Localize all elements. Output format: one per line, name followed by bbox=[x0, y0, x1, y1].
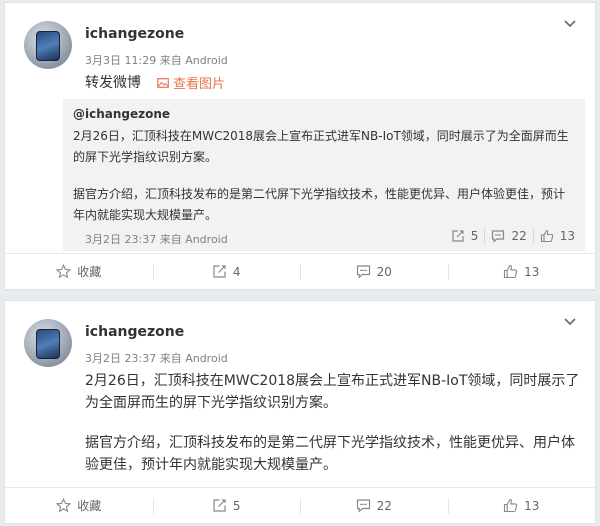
quoted-comment-count: 22 bbox=[511, 229, 527, 243]
repost-icon bbox=[213, 265, 226, 278]
comment-button[interactable]: 22 bbox=[300, 488, 448, 523]
repost-button[interactable]: 5 bbox=[152, 488, 301, 523]
weibo-card-original: ichangezone 3月2日 23:37 来自 Android 2月26日，… bbox=[4, 300, 596, 524]
avatar[interactable] bbox=[24, 21, 72, 69]
repost-icon bbox=[452, 230, 464, 242]
username[interactable]: ichangezone bbox=[85, 26, 184, 42]
comment-count: 20 bbox=[376, 264, 392, 279]
username[interactable]: ichangezone bbox=[85, 324, 184, 340]
quoted-paragraph-1: 2月26日，汇顶科技在MWC2018展会上宣布正式进军NB-IoT领域，同时展示… bbox=[73, 129, 569, 164]
timestamp[interactable]: 3月2日 23:37 bbox=[85, 352, 156, 365]
view-image-link[interactable]: 查看图片 bbox=[157, 73, 225, 92]
favorite-button[interactable]: 收藏 bbox=[5, 254, 153, 289]
comment-icon bbox=[492, 230, 505, 243]
repost-count: 5 bbox=[232, 498, 241, 513]
like-icon bbox=[504, 498, 518, 513]
repost-icon bbox=[213, 499, 226, 512]
comment-count: 22 bbox=[376, 498, 392, 513]
post-meta: 3月2日 23:37 来自 Android bbox=[85, 350, 228, 366]
favorite-label: 收藏 bbox=[77, 265, 102, 279]
source: 来自 Android bbox=[159, 352, 228, 365]
weibo-card-repost: ichangezone 3月3日 11:29 来自 Android 转发微博 查… bbox=[4, 2, 596, 290]
chevron-down-icon[interactable] bbox=[563, 19, 577, 29]
quoted-like-count: 13 bbox=[559, 229, 575, 243]
comment-icon bbox=[356, 265, 370, 279]
post-footer: 收藏 5 22 13 bbox=[5, 487, 595, 523]
post-footer: 收藏 4 20 13 bbox=[5, 253, 595, 289]
post-meta: 3月3日 11:29 来自 Android bbox=[85, 52, 228, 68]
post-paragraph-2: 据官方介绍，汇顶科技发布的是第二代屏下光学指纹技术，性能更优异、用户体验更佳，预… bbox=[85, 435, 575, 473]
like-button[interactable]: 13 bbox=[447, 488, 596, 523]
star-icon bbox=[56, 498, 72, 513]
image-icon bbox=[157, 77, 169, 88]
post-text: 转发微博 bbox=[85, 75, 141, 91]
like-icon bbox=[540, 229, 553, 243]
quoted-post[interactable]: @ichangezone 2月26日，汇顶科技在MWC2018展会上宣布正式进军… bbox=[63, 99, 585, 251]
comment-button[interactable]: 20 bbox=[300, 254, 448, 289]
like-count: 13 bbox=[524, 264, 540, 279]
post-paragraph-1: 2月26日，汇顶科技在MWC2018展会上宣布正式进军NB-IoT领域，同时展示… bbox=[85, 373, 580, 411]
comment-icon bbox=[356, 499, 370, 513]
quoted-repost-count: 5 bbox=[470, 229, 479, 243]
favorite-button[interactable]: 收藏 bbox=[5, 488, 153, 523]
quoted-like-button[interactable]: 13 bbox=[532, 228, 581, 244]
view-image-label: 查看图片 bbox=[173, 77, 226, 92]
quoted-username[interactable]: @ichangezone bbox=[73, 107, 170, 121]
quoted-repost-button[interactable]: 5 bbox=[445, 228, 485, 244]
like-icon bbox=[504, 264, 518, 279]
quoted-paragraph-2: 据官方介绍，汇顶科技发布的是第二代屏下光学指纹技术，性能更优异、用户体验更佳，预… bbox=[73, 187, 566, 222]
repost-count: 4 bbox=[232, 264, 241, 279]
repost-button[interactable]: 4 bbox=[152, 254, 301, 289]
quoted-comment-button[interactable]: 22 bbox=[484, 228, 532, 244]
avatar[interactable] bbox=[24, 319, 72, 367]
source: 来自 Android bbox=[159, 54, 228, 67]
chevron-down-icon[interactable] bbox=[563, 317, 577, 327]
timestamp[interactable]: 3月3日 11:29 bbox=[85, 54, 156, 67]
quoted-meta: 3月2日 23:37 来自 Android bbox=[85, 233, 228, 246]
star-icon bbox=[56, 264, 72, 279]
favorite-label: 收藏 bbox=[77, 499, 102, 513]
like-button[interactable]: 13 bbox=[447, 254, 596, 289]
quoted-actions: 5 22 13 bbox=[445, 228, 581, 244]
like-count: 13 bbox=[524, 498, 540, 513]
